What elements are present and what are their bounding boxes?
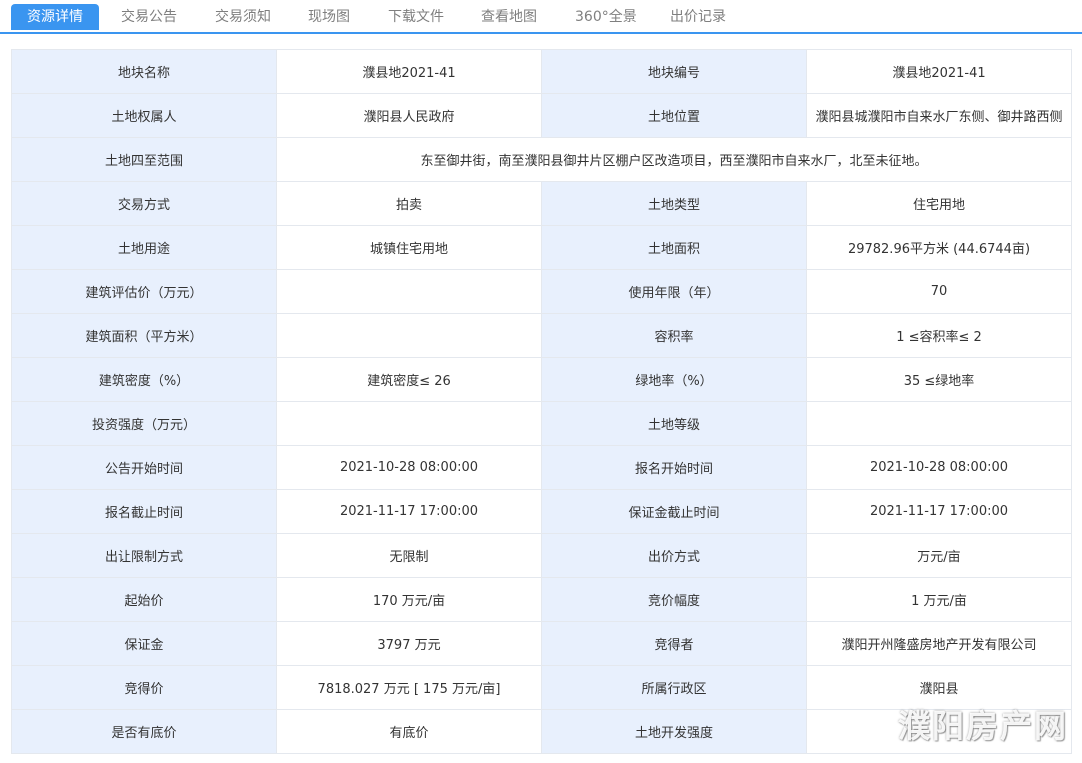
field-label: 所属行政区 xyxy=(542,666,807,710)
field-value: 东至御井街，南至濮阳县御井片区棚户区改造项目，西至濮阳市自来水厂，北至未征地。 xyxy=(277,138,1072,182)
field-label: 投资强度（万元） xyxy=(12,402,277,446)
table-row: 公告开始时间 2021-10-28 08:00:00 报名开始时间 2021-10-2… xyxy=(12,446,1072,490)
tab-panorama-360[interactable]: 360°全景 xyxy=(575,4,637,30)
field-label: 建筑评估价（万元） xyxy=(12,270,277,314)
table-row: 土地用途 城镇住宅用地 土地面积 29782.96平方米 (44.6744亩) xyxy=(12,226,1072,270)
field-value: 住宅用地 xyxy=(807,182,1072,226)
field-label: 出价方式 xyxy=(542,534,807,578)
field-value: 濮阳县 xyxy=(807,666,1072,710)
field-label: 土地开发强度 xyxy=(542,710,807,754)
table-row: 报名截止时间 2021-11-17 17:00:00 保证金截止时间 2021-11-… xyxy=(12,490,1072,534)
table-row: 起始价 170 万元/亩 竞价幅度 1 万元/亩 xyxy=(12,578,1072,622)
field-value: 2021-10-28 08:00:00 xyxy=(807,446,1072,490)
table-row: 竞得价 7818.027 万元 [ 175 万元/亩] 所属行政区 濮阳县 xyxy=(12,666,1072,710)
field-label: 土地四至范围 xyxy=(12,138,277,182)
field-value: 无限制 xyxy=(277,534,542,578)
field-value xyxy=(277,270,542,314)
field-value: 濮县地2021-41 xyxy=(277,50,542,94)
field-label: 土地面积 xyxy=(542,226,807,270)
tab-trading-notice[interactable]: 交易须知 xyxy=(215,4,271,30)
field-label: 绿地率（%） xyxy=(542,358,807,402)
field-label: 土地类型 xyxy=(542,182,807,226)
field-value xyxy=(277,314,542,358)
field-label: 是否有底价 xyxy=(12,710,277,754)
field-label: 地块名称 xyxy=(12,50,277,94)
field-value: 29782.96平方米 (44.6744亩) xyxy=(807,226,1072,270)
tab-download-files[interactable]: 下载文件 xyxy=(388,4,444,30)
field-value xyxy=(277,402,542,446)
field-value: 濮阳县人民政府 xyxy=(277,94,542,138)
field-value: 万元/亩 xyxy=(807,534,1072,578)
field-value: 城镇住宅用地 xyxy=(277,226,542,270)
field-label: 保证金截止时间 xyxy=(542,490,807,534)
tab-view-map[interactable]: 查看地图 xyxy=(481,4,537,30)
table-row: 建筑面积（平方米） 容积率 1 ≤容积率≤ 2 xyxy=(12,314,1072,358)
table-row: 土地权属人 濮阳县人民政府 土地位置 濮阳县城濮阳市自来水厂东侧、御井路西侧 xyxy=(12,94,1072,138)
field-value: 濮县地2021-41 xyxy=(807,50,1072,94)
field-value: 2021-11-17 17:00:00 xyxy=(277,490,542,534)
field-value: 濮阳开州隆盛房地产开发有限公司 xyxy=(807,622,1072,666)
table-row: 地块名称 濮县地2021-41 地块编号 濮县地2021-41 xyxy=(12,50,1072,94)
field-label: 地块编号 xyxy=(542,50,807,94)
field-label: 容积率 xyxy=(542,314,807,358)
field-label: 使用年限（年） xyxy=(542,270,807,314)
field-label: 竞得者 xyxy=(542,622,807,666)
field-label: 建筑密度（%） xyxy=(12,358,277,402)
field-label: 土地用途 xyxy=(12,226,277,270)
land-detail-table: 地块名称 濮县地2021-41 地块编号 濮县地2021-41 土地权属人 濮阳县人民政府… xyxy=(11,49,1072,754)
field-value: 3797 万元 xyxy=(277,622,542,666)
field-label: 土地等级 xyxy=(542,402,807,446)
field-value: 濮阳县城濮阳市自来水厂东侧、御井路西侧 xyxy=(807,94,1072,138)
field-value: 1 万元/亩 xyxy=(807,578,1072,622)
field-label: 公告开始时间 xyxy=(12,446,277,490)
field-value: 2021-10-28 08:00:00 xyxy=(277,446,542,490)
field-label: 土地权属人 xyxy=(12,94,277,138)
table-row: 出让限制方式 无限制 出价方式 万元/亩 xyxy=(12,534,1072,578)
table-row: 土地四至范围 东至御井街，南至濮阳县御井片区棚户区改造项目，西至濮阳市自来水厂，北… xyxy=(12,138,1072,182)
field-value xyxy=(807,710,1072,754)
field-label: 建筑面积（平方米） xyxy=(12,314,277,358)
tab-site-photos[interactable]: 现场图 xyxy=(308,4,350,30)
field-value xyxy=(807,402,1072,446)
field-label: 出让限制方式 xyxy=(12,534,277,578)
field-value: 7818.027 万元 [ 175 万元/亩] xyxy=(277,666,542,710)
table-row: 建筑密度（%） 建筑密度≤ 26 绿地率（%） 35 ≤绿地率 xyxy=(12,358,1072,402)
table-row: 交易方式 拍卖 土地类型 住宅用地 xyxy=(12,182,1072,226)
field-label: 报名截止时间 xyxy=(12,490,277,534)
field-label: 竞价幅度 xyxy=(542,578,807,622)
tab-announcement[interactable]: 交易公告 xyxy=(121,4,177,30)
tab-bar: 资源详情 交易公告 交易须知 现场图 下载文件 查看地图 360°全景 出价记录 xyxy=(0,0,1082,34)
table-row: 保证金 3797 万元 竞得者 濮阳开州隆盛房地产开发有限公司 xyxy=(12,622,1072,666)
field-label: 交易方式 xyxy=(12,182,277,226)
table-row: 是否有底价 有底价 土地开发强度 xyxy=(12,710,1072,754)
field-value: 有底价 xyxy=(277,710,542,754)
table-row: 建筑评估价（万元） 使用年限（年） 70 xyxy=(12,270,1072,314)
field-label: 竞得价 xyxy=(12,666,277,710)
field-value: 170 万元/亩 xyxy=(277,578,542,622)
field-value: 拍卖 xyxy=(277,182,542,226)
field-value: 70 xyxy=(807,270,1072,314)
field-label: 起始价 xyxy=(12,578,277,622)
table-row: 投资强度（万元） 土地等级 xyxy=(12,402,1072,446)
field-value: 35 ≤绿地率 xyxy=(807,358,1072,402)
field-value: 2021-11-17 17:00:00 xyxy=(807,490,1072,534)
field-label: 土地位置 xyxy=(542,94,807,138)
tab-bid-records[interactable]: 出价记录 xyxy=(670,4,726,30)
tab-resource-details[interactable]: 资源详情 xyxy=(11,4,99,30)
field-value: 1 ≤容积率≤ 2 xyxy=(807,314,1072,358)
field-value: 建筑密度≤ 26 xyxy=(277,358,542,402)
field-label: 保证金 xyxy=(12,622,277,666)
field-label: 报名开始时间 xyxy=(542,446,807,490)
